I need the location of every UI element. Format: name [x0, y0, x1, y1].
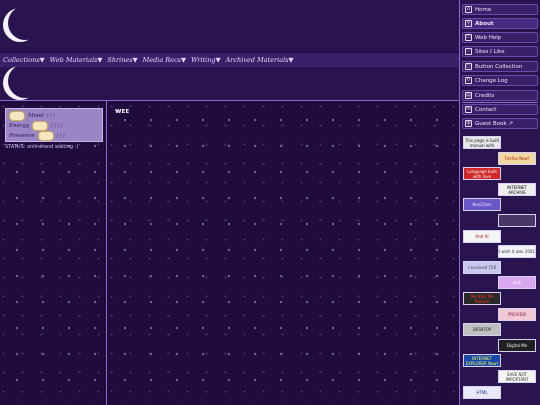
sidebar-item-label: Web Help: [475, 34, 502, 41]
sidebar-item-label: About: [475, 20, 494, 27]
no-nazi-badge[interactable]: No Nazi No Racism: [463, 292, 501, 305]
sidebar-item-label: Home: [475, 6, 492, 13]
status-row: Presence / / /: [9, 131, 65, 141]
hand-made-badge[interactable]: This page is built manual with: [463, 136, 501, 149]
nav-web-materials[interactable]: Web Materials▼: [50, 56, 103, 64]
refresh-icon: ↻: [465, 77, 472, 84]
language-badge[interactable]: Language built with love: [463, 167, 501, 180]
left-column: Mood / / / Energy / / / / Presence / / /…: [0, 101, 107, 405]
sidebar-item-credits[interactable]: ▤ Credits: [462, 90, 538, 101]
wish-badge[interactable]: I wish it was 2001: [498, 245, 536, 258]
circle-icon: ○: [465, 63, 472, 70]
sidebar-item-sites-i-like[interactable]: ♡ Sites I Like: [462, 46, 538, 57]
nav-archived-materials[interactable]: Archived Materials▼: [226, 56, 294, 64]
explorer-badge[interactable]: INTERNET EXPLORER Now!: [463, 354, 501, 367]
sidebar-item-guest-book[interactable]: ◍ Guest Book ↗: [462, 118, 538, 129]
sidebar-item-contact[interactable]: ✉ Contact: [462, 104, 538, 115]
best-viewed-badge[interactable]: DESKTOP: [463, 323, 501, 336]
digital-badge[interactable]: Digital Me: [498, 339, 536, 352]
sidebar-item-label: Contact: [475, 106, 497, 113]
firefox-badge[interactable]: Firefox Now!: [498, 152, 536, 165]
status-bubble-icon: [37, 131, 54, 141]
neocities-badge[interactable]: NeoCities: [463, 198, 501, 211]
right-sidebar: ⌂ Home ⚲ About ▭ Web Help ♡ Sites I Like…: [459, 0, 540, 405]
envelope-icon: ✉: [465, 106, 472, 113]
pin-icon: ⚲: [465, 20, 472, 27]
house-icon: ⌂: [465, 6, 472, 13]
document-icon: ▤: [465, 92, 472, 99]
status-value: / / / /: [51, 123, 63, 129]
no-ai-badge[interactable]: Anti AI: [463, 230, 501, 243]
nav-shrines[interactable]: Shrines▼: [107, 56, 137, 64]
pink-badge[interactable]: look: [498, 276, 536, 289]
status-card: Mood / / / Energy / / / / Presence / / /: [5, 108, 103, 142]
status-label: Presence: [9, 133, 35, 139]
resolution-badge[interactable]: I survived Y2K: [463, 261, 501, 274]
internet-archive-badge[interactable]: INTERNET ARCHIVE: [498, 183, 536, 196]
status-text: STATUS: online and waiting :): [5, 144, 79, 150]
status-bubble-icon: [32, 121, 49, 131]
site-header: [0, 0, 459, 52]
status-label: Energy: [9, 123, 30, 129]
sidebar-item-label: Guest Book ↗: [475, 120, 513, 127]
heart-icon: ♡: [465, 48, 472, 55]
sidebar-item-label: Button Collection: [475, 63, 523, 70]
status-row: Mood / / /: [9, 111, 55, 121]
status-label: Mood: [28, 113, 44, 119]
sidebar-item-about[interactable]: ⚲ About: [462, 18, 538, 29]
nav-media-recs[interactable]: Media Recs▼: [143, 56, 186, 64]
save-badge[interactable]: SAVE NOT IMPORTANT: [498, 370, 536, 383]
sidebar-item-home[interactable]: ⌂ Home: [462, 4, 538, 15]
sidebar-item-button-collection[interactable]: ○ Button Collection: [462, 61, 538, 72]
header-banner: [0, 67, 459, 101]
status-row: Energy / / / /: [9, 121, 63, 131]
screen-icon: ▭: [465, 34, 472, 41]
status-value: / / /: [46, 113, 56, 119]
status-value: / / /: [56, 133, 65, 139]
anime-badge[interactable]: [498, 214, 536, 227]
crescent-moon-icon: [8, 64, 42, 98]
sidebar-item-label: Credits: [475, 92, 495, 99]
preview-badge[interactable]: PREVIEW: [498, 308, 536, 321]
html-badge[interactable]: HTML: [463, 386, 501, 399]
nav-writing[interactable]: Writing▼: [191, 56, 221, 64]
sidebar-divider: [462, 102, 538, 103]
nav-bar: Collections▼ Web Materials▼ Shrines▼ Med…: [0, 53, 459, 67]
sidebar-item-label: Sites I Like: [475, 48, 505, 55]
sidebar-item-change-log[interactable]: ↻ Change Log: [462, 75, 538, 86]
status-bubble-icon: [9, 111, 25, 121]
page-title: ᴡᴇᴇ: [115, 107, 130, 115]
globe-icon: ◍: [465, 120, 472, 127]
sidebar-item-web-help[interactable]: ▭ Web Help: [462, 32, 538, 43]
nav-collections[interactable]: Collections▼: [3, 56, 45, 64]
crescent-moon-icon: [8, 6, 42, 40]
sidebar-item-label: Change Log: [475, 77, 508, 84]
main-content: ᴡᴇᴇ: [108, 101, 459, 405]
